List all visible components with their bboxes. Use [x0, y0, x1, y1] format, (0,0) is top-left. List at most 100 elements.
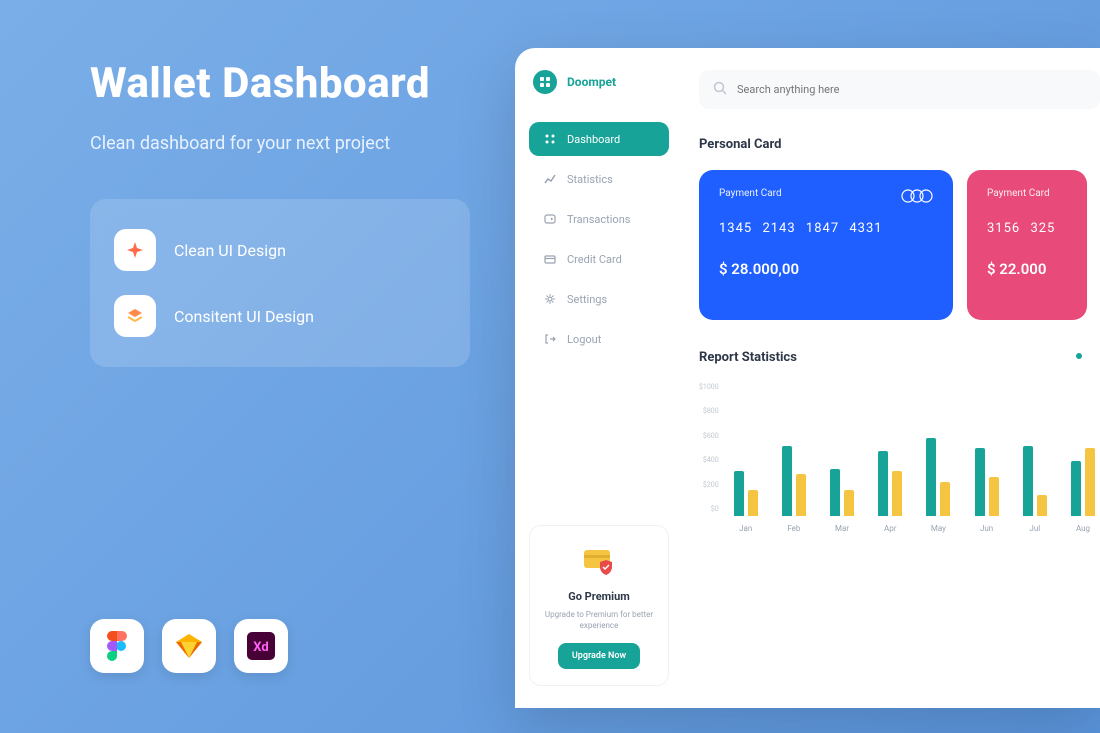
report-chart: $1000 $800 $600 $400 $200 $0 Jan Feb Mar Ap…: [699, 383, 1100, 533]
card-chip-icon: [901, 188, 933, 207]
chart-icon: [543, 172, 557, 186]
bar: [734, 471, 744, 517]
payment-card[interactable]: Payment Card 1345 2143 1847 4331 $ 28.00…: [699, 170, 953, 320]
bar: [844, 490, 854, 516]
feature-item: Clean UI Design: [114, 221, 446, 279]
gear-icon: [543, 292, 557, 306]
bar: [878, 451, 888, 516]
bar-label: Feb: [787, 524, 800, 533]
logout-icon: [543, 332, 557, 346]
card-balance: $ 28.000,00: [719, 260, 933, 278]
search-icon: [713, 80, 727, 99]
bar: [830, 469, 840, 516]
ytick: $0: [699, 505, 719, 513]
bar-label: Jan: [739, 524, 752, 533]
grid-icon: [543, 132, 557, 146]
layers-icon: [114, 295, 156, 337]
premium-title: Go Premium: [540, 590, 658, 603]
logo-icon: [533, 70, 557, 94]
tool-icons: Xd: [90, 619, 288, 673]
bar-group: May: [921, 386, 955, 533]
sidebar-item-statistics[interactable]: Statistics: [529, 162, 669, 196]
sidebar-item-transactions[interactable]: Transactions: [529, 202, 669, 236]
report-title: Report Statistics: [699, 350, 1100, 365]
card-number: 1345 2143 1847 4331: [719, 221, 933, 236]
app-window: Doompet Dashboard Statistics Transaction…: [515, 48, 1100, 708]
transfer-icon: [543, 212, 557, 226]
figma-icon: [90, 619, 144, 673]
bar-label: Jun: [980, 524, 993, 533]
chart-yaxis: $1000 $800 $600 $400 $200 $0: [699, 383, 725, 513]
bar: [975, 448, 985, 516]
bar-label: Mar: [835, 524, 849, 533]
bar: [926, 438, 936, 516]
xd-icon: Xd: [234, 619, 288, 673]
sidebar-item-label: Dashboard: [567, 133, 620, 146]
upgrade-button[interactable]: Upgrade Now: [558, 643, 640, 669]
sidebar-item-label: Settings: [567, 293, 607, 306]
feature-item: Consitent UI Design: [114, 287, 446, 345]
bar-group: Feb: [777, 386, 811, 533]
bar-group: Jun: [970, 386, 1004, 533]
bar: [748, 490, 758, 516]
search-input[interactable]: [737, 83, 1086, 96]
bar: [892, 471, 902, 517]
report-header: Report Statistics: [699, 350, 1100, 365]
card-number: 3156 325: [987, 221, 1067, 236]
premium-card: Go Premium Upgrade to Premium for better…: [529, 525, 669, 686]
brand-name: Doompet: [567, 75, 616, 89]
bar: [782, 446, 792, 516]
bar-group: Aug: [1066, 386, 1100, 533]
bar: [1023, 446, 1033, 516]
svg-text:Xd: Xd: [253, 640, 268, 655]
feature-list: Clean UI Design Consitent UI Design: [90, 199, 470, 367]
feature-label: Consitent UI Design: [174, 307, 314, 326]
nav: Dashboard Statistics Transactions Credit…: [529, 122, 669, 356]
sidebar-item-credit-card[interactable]: Credit Card: [529, 242, 669, 276]
sidebar-item-settings[interactable]: Settings: [529, 282, 669, 316]
bar-group: Apr: [873, 386, 907, 533]
sparkle-icon: [114, 229, 156, 271]
sidebar-item-label: Logout: [567, 333, 601, 346]
bar: [1085, 448, 1095, 516]
card-label: Payment Card: [987, 188, 1067, 199]
legend-dot-icon: [1076, 353, 1082, 359]
ytick: $1000: [699, 383, 719, 391]
bar: [796, 474, 806, 516]
bar: [940, 482, 950, 516]
bar-label: Aug: [1076, 524, 1090, 533]
ytick: $200: [699, 481, 719, 489]
bar-group: Jul: [1018, 386, 1052, 533]
bar-group: Jan: [729, 386, 763, 533]
bar: [1071, 461, 1081, 516]
sidebar-item-label: Credit Card: [567, 253, 622, 266]
chart-bars: Jan Feb Mar Apr May Jun Jul Aug: [729, 383, 1100, 533]
card-carousel[interactable]: Payment Card 1345 2143 1847 4331 $ 28.00…: [699, 170, 1100, 320]
personal-card-title: Personal Card: [699, 137, 1100, 152]
search-bar[interactable]: [699, 70, 1100, 109]
bar: [989, 477, 999, 516]
bar-label: Apr: [884, 524, 896, 533]
ytick: $800: [699, 407, 719, 415]
bar: [1037, 495, 1047, 516]
ytick: $600: [699, 432, 719, 440]
sidebar: Doompet Dashboard Statistics Transaction…: [515, 48, 683, 708]
card-icon: [543, 252, 557, 266]
sidebar-item-label: Transactions: [567, 213, 630, 226]
promo-title: Wallet Dashboard: [90, 60, 470, 108]
sidebar-item-logout[interactable]: Logout: [529, 322, 669, 356]
brand[interactable]: Doompet: [529, 70, 669, 94]
payment-card[interactable]: Payment Card 3156 325 $ 22.000: [967, 170, 1087, 320]
feature-label: Clean UI Design: [174, 241, 286, 260]
card-balance: $ 22.000: [987, 260, 1067, 278]
shield-card-icon: [580, 542, 618, 580]
sidebar-item-dashboard[interactable]: Dashboard: [529, 122, 669, 156]
bar-label: Jul: [1029, 524, 1040, 533]
bar-group: Mar: [825, 386, 859, 533]
premium-subtitle: Upgrade to Premium for better experience: [540, 609, 658, 631]
ytick: $400: [699, 456, 719, 464]
sketch-icon: [162, 619, 216, 673]
bar-label: May: [931, 524, 946, 533]
sidebar-item-label: Statistics: [567, 173, 613, 186]
main-content: Personal Card Payment Card 1345 2143 184…: [683, 48, 1100, 708]
